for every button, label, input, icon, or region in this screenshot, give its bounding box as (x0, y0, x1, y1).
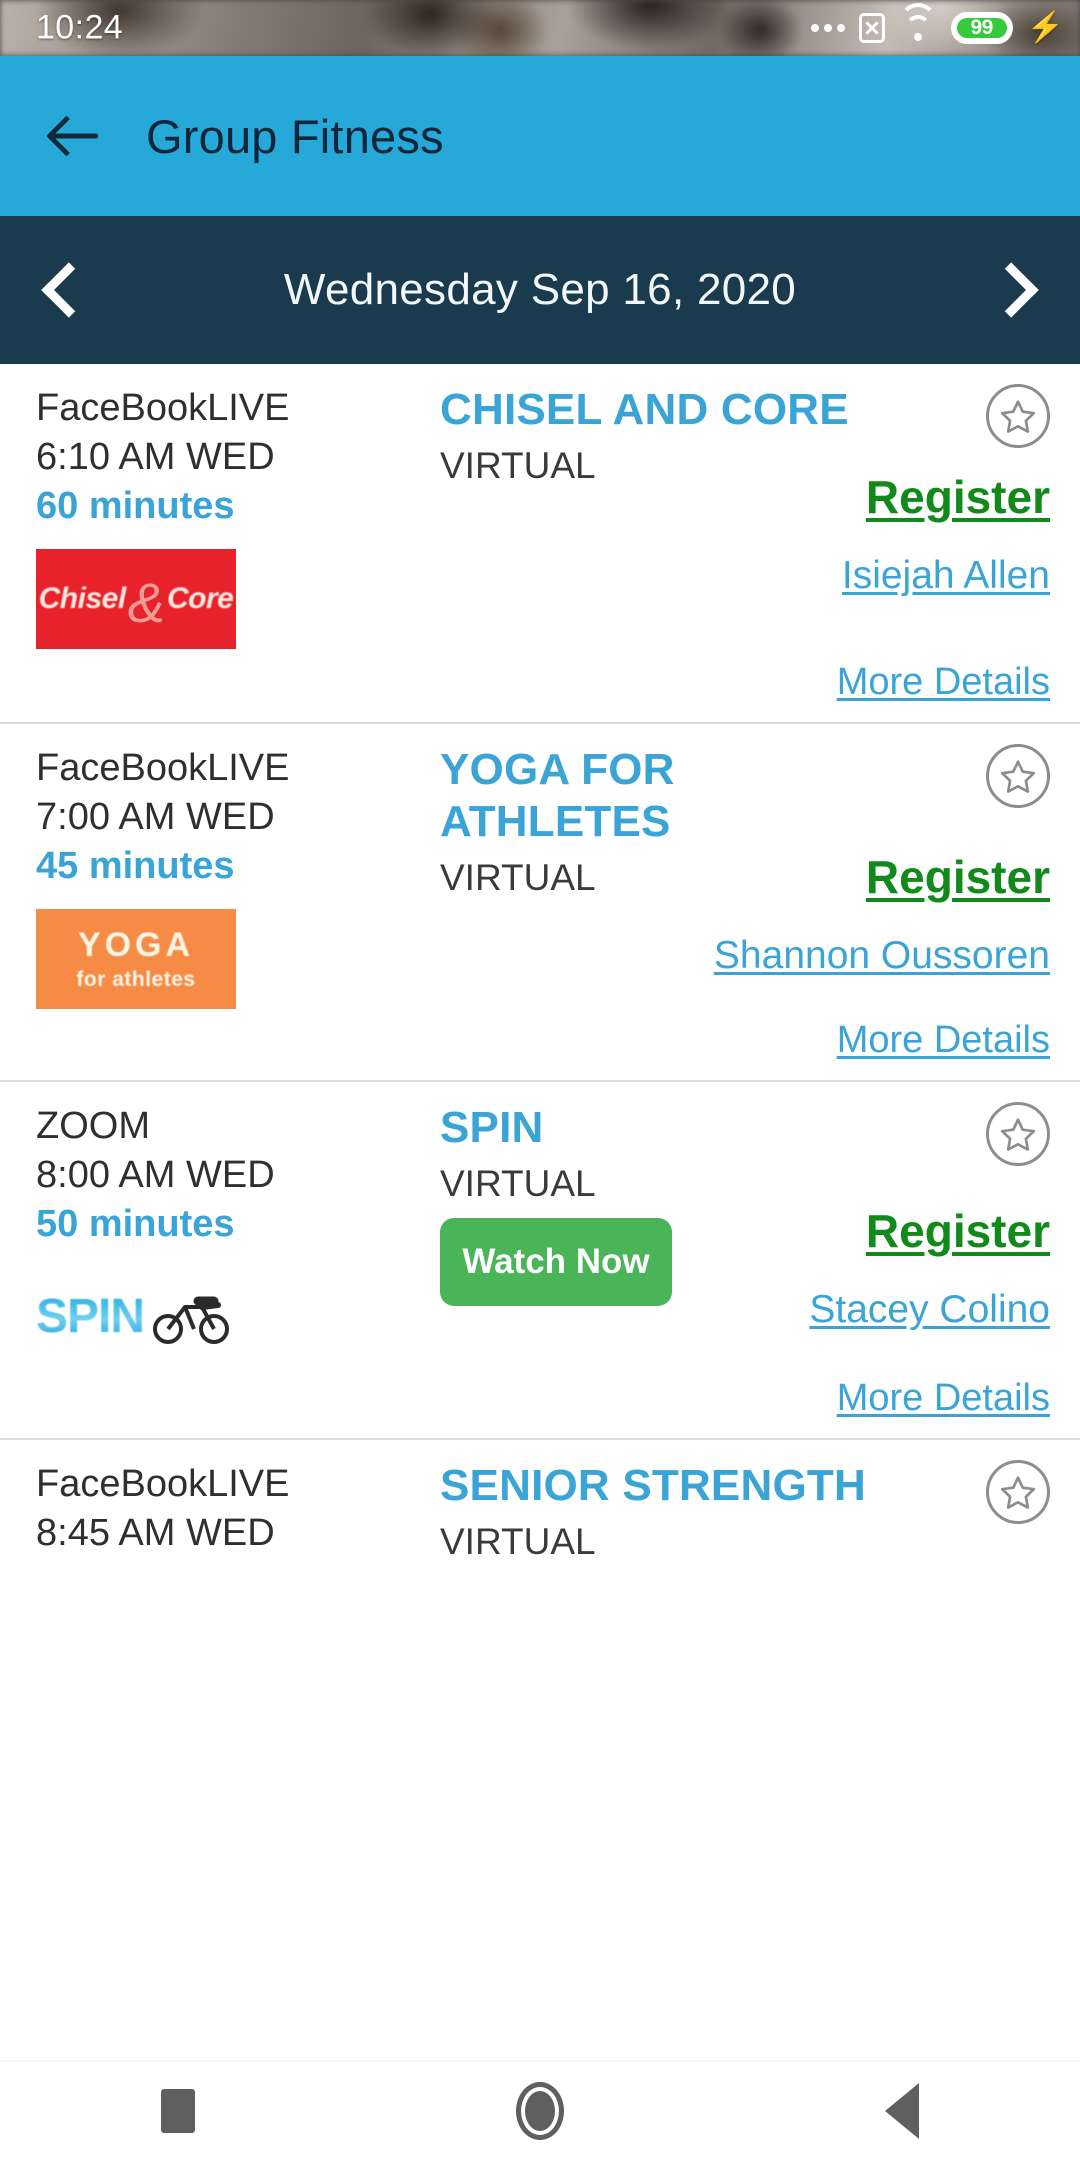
chevron-left-icon[interactable] (34, 254, 92, 326)
page-title: Group Fitness (146, 109, 444, 163)
register-link[interactable]: Register (866, 850, 1050, 904)
cyclist-icon (152, 1289, 230, 1345)
thumbnail-ampersand: & (127, 571, 166, 635)
status-icons: 99 ⚡ (810, 3, 1064, 44)
square-recents-icon[interactable] (160, 2088, 195, 2133)
x-box-icon (858, 13, 885, 43)
selected-date[interactable]: Wednesday Sep 16, 2020 (92, 265, 988, 315)
star-outline-icon[interactable] (986, 1460, 1050, 1524)
class-time: 6:10 AM WED (36, 435, 275, 478)
class-list-item[interactable]: FaceBookLIVE 8:45 AM WED SENIOR STRENGTH… (0, 1440, 1080, 1680)
instructor-link[interactable]: Isiejah Allen (842, 554, 1050, 598)
class-time: 8:45 AM WED (36, 1511, 275, 1554)
class-meta: FaceBookLIVE 7:00 AM WED 45 minutes YOGA… (0, 744, 430, 1054)
class-modality: FaceBookLIVE (36, 1463, 290, 1505)
class-actions: Register Isiejah Allen (630, 384, 1050, 598)
class-list-item[interactable]: FaceBookLIVE 7:00 AM WED 45 minutes YOGA… (0, 724, 1080, 1082)
thumbnail-line-1: SPIN (36, 1290, 145, 1344)
class-actions: Register Shannon Oussoren (630, 744, 1050, 978)
class-meta: FaceBookLIVE 6:10 AM WED 60 minutes Chis… (0, 384, 430, 696)
back-arrow-icon[interactable] (44, 105, 106, 167)
register-link[interactable]: Register (866, 1204, 1050, 1258)
class-modality: FaceBookLIVE (36, 387, 290, 429)
class-time: 8:00 AM WED (36, 1153, 275, 1196)
class-modality: FaceBookLIVE (36, 747, 290, 789)
app-bar: Group Fitness (0, 56, 1080, 216)
thumbnail-line-1: YOGA (77, 925, 195, 964)
more-details-link[interactable]: More Details (837, 1377, 1050, 1420)
wifi-icon (898, 3, 937, 43)
class-thumbnail: YOGA for athletes (36, 908, 236, 1009)
thumbnail-line-2: for athletes (76, 967, 196, 991)
chevron-right-icon[interactable] (988, 254, 1046, 326)
star-outline-icon[interactable] (986, 384, 1050, 448)
class-list-item[interactable]: ZOOM 8:00 AM WED 50 minutes SPIN SPIN VI… (0, 1082, 1080, 1440)
class-actions (630, 1460, 1050, 1524)
thumbnail-text-b: Core (167, 581, 234, 615)
more-details-link[interactable]: More Details (837, 1019, 1050, 1062)
android-navigation-bar (0, 2060, 1080, 2160)
circle-home-icon[interactable] (515, 2081, 564, 2140)
class-thumbnail: SPIN (36, 1266, 236, 1367)
star-outline-icon[interactable] (986, 744, 1050, 808)
class-modality: ZOOM (36, 1105, 150, 1147)
class-location: VIRTUAL (440, 1520, 596, 1562)
charging-bolt-icon: ⚡ (1026, 11, 1064, 44)
register-link[interactable]: Register (866, 470, 1050, 524)
star-outline-icon[interactable] (986, 1102, 1050, 1166)
more-details-link[interactable]: More Details (837, 661, 1050, 704)
battery-icon: 99 (950, 12, 1013, 44)
status-bar: 10:24 99 ⚡ (0, 0, 1080, 56)
class-meta: ZOOM 8:00 AM WED 50 minutes SPIN (0, 1102, 430, 1412)
class-list-item[interactable]: FaceBookLIVE 6:10 AM WED 60 minutes Chis… (0, 364, 1080, 724)
more-dots-icon (810, 24, 845, 32)
class-thumbnail: Chisel & Core (36, 548, 236, 649)
app-screen: 10:24 99 ⚡ Group Fitness Wednesday Sep 1… (0, 0, 1080, 2160)
date-navigation-bar: Wednesday Sep 16, 2020 (0, 216, 1080, 364)
class-duration: 60 minutes (36, 485, 235, 528)
class-duration: 50 minutes (36, 1203, 235, 1246)
class-list: FaceBookLIVE 6:10 AM WED 60 minutes Chis… (0, 364, 1080, 2020)
instructor-link[interactable]: Stacey Colino (809, 1288, 1050, 1332)
status-time: 10:24 (36, 8, 124, 47)
instructor-link[interactable]: Shannon Oussoren (714, 934, 1050, 978)
class-actions: Register Stacey Colino (630, 1102, 1050, 1332)
triangle-back-icon[interactable] (885, 2082, 920, 2139)
class-time: 7:00 AM WED (36, 795, 275, 838)
battery-level: 99 (970, 16, 993, 39)
thumbnail-text-a: Chisel (38, 581, 127, 615)
class-meta: FaceBookLIVE 8:45 AM WED (0, 1460, 430, 1654)
class-duration: 45 minutes (36, 845, 235, 888)
